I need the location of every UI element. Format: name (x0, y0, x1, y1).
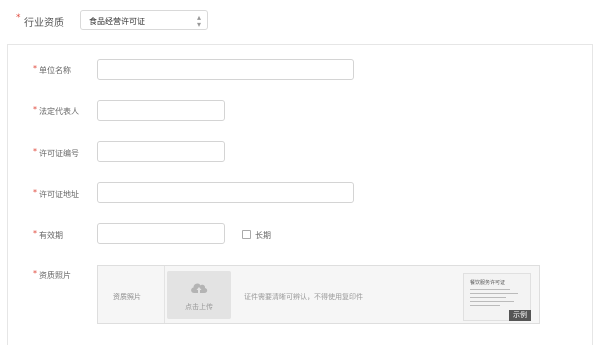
validity-input[interactable] (97, 223, 225, 244)
sample-doc-title: 餐饮服务许可证 (470, 280, 506, 286)
sample-doc-line (470, 297, 506, 298)
sample-doc-line (470, 289, 510, 290)
license-address-label: 许可证地址 (39, 190, 79, 199)
license-address-input[interactable] (97, 182, 354, 203)
upload-button-label: 点击上传 (185, 303, 213, 311)
legal-rep-required-mark: * (33, 105, 37, 114)
unit-name-input[interactable] (97, 59, 354, 80)
photo-upload-box: 资质照片 点击上传 证件需要清晰可辨认，不得使用复印件 餐饮服务许可证 示例 (97, 265, 540, 324)
industry-select[interactable]: 食品经营许可证 ▴ ▾ (80, 10, 208, 30)
sample-doc-line (470, 305, 500, 306)
legal-rep-input[interactable] (97, 100, 225, 121)
industry-required-mark: * (16, 13, 21, 23)
photo-cell-divider (164, 266, 165, 323)
sample-tag: 示例 (509, 310, 531, 321)
cloud-upload-icon (191, 283, 208, 293)
unit-name-label: 单位名称 (39, 66, 71, 75)
sample-doc-line (470, 293, 518, 294)
unit-name-required-mark: * (33, 64, 37, 73)
photo-label: 资质照片 (39, 271, 71, 280)
long-term-checkbox[interactable] (242, 230, 251, 239)
validity-label: 有效期 (39, 231, 63, 240)
industry-select-value: 食品经营许可证 (89, 17, 145, 26)
sample-license-thumbnail[interactable]: 餐饮服务许可证 示例 (463, 273, 531, 321)
long-term-label: 长期 (255, 231, 271, 240)
validity-required-mark: * (33, 229, 37, 238)
sample-doc-line (470, 301, 514, 302)
legal-rep-label: 法定代表人 (39, 107, 79, 116)
license-address-required-mark: * (33, 188, 37, 197)
photo-hint: 证件需要清晰可辨认，不得使用复印件 (244, 293, 363, 301)
license-no-required-mark: * (33, 147, 37, 156)
photo-required-mark: * (33, 269, 37, 278)
photo-cell-label: 资质照片 (113, 293, 141, 301)
upload-button[interactable]: 点击上传 (167, 271, 231, 319)
license-no-label: 许可证编号 (39, 149, 79, 158)
chevron-updown-icon: ▴ ▾ (196, 13, 201, 29)
industry-label: 行业资质 (24, 18, 64, 29)
license-no-input[interactable] (97, 141, 225, 162)
